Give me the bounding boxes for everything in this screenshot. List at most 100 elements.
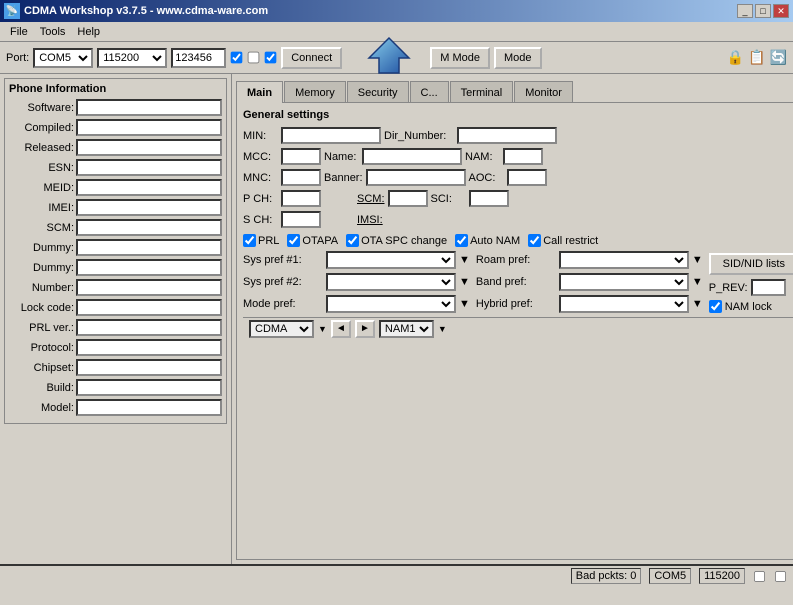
sys-pref1-select[interactable]: [326, 251, 456, 269]
mcc-input[interactable]: [281, 148, 321, 165]
toolbar-icon2[interactable]: 📋: [748, 49, 765, 66]
sci-label: SCI:: [431, 193, 466, 205]
status-checkbox2[interactable]: [775, 570, 786, 581]
nav-left-button[interactable]: ◄: [331, 320, 351, 338]
hybrid-pref-select[interactable]: [559, 295, 689, 313]
nam-label: NAM:: [465, 151, 500, 163]
toolbar-icon3[interactable]: 🔄: [770, 49, 787, 66]
esn-input[interactable]: [76, 159, 222, 176]
protocol-input[interactable]: [76, 339, 222, 356]
field-software: Software:: [9, 99, 222, 116]
chipset-label: Chipset:: [9, 362, 74, 374]
menu-help[interactable]: Help: [71, 24, 106, 40]
mode-pref-dropdown-icon[interactable]: ▼: [459, 298, 470, 310]
lockcode-input[interactable]: [76, 299, 222, 316]
sid-nid-button[interactable]: SID/NID lists: [709, 253, 793, 275]
cdma-dropdown-icon[interactable]: ▼: [318, 324, 327, 334]
tab-monitor[interactable]: Monitor: [514, 81, 573, 103]
auto-nam-checkbox[interactable]: [455, 234, 468, 247]
sys-pref2-select[interactable]: [326, 273, 456, 291]
statusbar: Bad pckts: 0 COM5 115200: [0, 564, 793, 586]
status-checkbox1[interactable]: [754, 570, 765, 581]
p-rev-input[interactable]: [751, 279, 786, 296]
tab-memory[interactable]: Memory: [284, 81, 346, 103]
compiled-input[interactable]: [76, 119, 222, 136]
otapa-checkbox[interactable]: [287, 234, 300, 247]
connect-button[interactable]: Connect: [281, 47, 342, 69]
phone-info-title: Phone Information: [9, 83, 222, 95]
prl-label: PRL: [258, 235, 279, 247]
imei-input[interactable]: [76, 199, 222, 216]
nam-lock-checkbox[interactable]: [709, 300, 722, 313]
sci-input[interactable]: [469, 190, 509, 207]
sch-label: S CH:: [243, 214, 278, 226]
ota-spc-label: OTA SPC change: [361, 235, 447, 247]
dummy2-input[interactable]: [76, 259, 222, 276]
com-status: COM5: [649, 568, 691, 584]
baud-select[interactable]: 115200: [97, 48, 167, 68]
mnc-input[interactable]: [281, 169, 321, 186]
scm-link[interactable]: SCM:: [357, 193, 385, 205]
tab-main[interactable]: Main: [236, 81, 283, 103]
prlver-input[interactable]: [76, 319, 222, 336]
prl-checkbox[interactable]: [243, 234, 256, 247]
pch-input[interactable]: [281, 190, 321, 207]
sch-input[interactable]: [281, 211, 321, 228]
field-dummy1: Dummy:: [9, 239, 222, 256]
meid-input[interactable]: [76, 179, 222, 196]
cdma-select[interactable]: CDMA: [249, 320, 314, 338]
app-icon: 📡: [4, 3, 20, 19]
serial-input[interactable]: [171, 48, 226, 68]
close-button[interactable]: ✕: [773, 4, 789, 18]
software-input[interactable]: [76, 99, 222, 116]
nam1-dropdown-icon[interactable]: ▼: [438, 324, 447, 334]
build-input[interactable]: [76, 379, 222, 396]
released-input[interactable]: [76, 139, 222, 156]
dummy1-input[interactable]: [76, 239, 222, 256]
scm-input[interactable]: [76, 219, 222, 236]
model-input[interactable]: [76, 399, 222, 416]
minimize-button[interactable]: _: [737, 4, 753, 18]
imsi-link[interactable]: IMSI:: [357, 214, 383, 226]
scm-gs-input[interactable]: [388, 190, 428, 207]
checkbox2[interactable]: [248, 52, 260, 64]
checkbox3[interactable]: [265, 52, 277, 64]
ota-spc-checkbox[interactable]: [346, 234, 359, 247]
roam-pref-select[interactable]: [559, 251, 689, 269]
number-input[interactable]: [76, 279, 222, 296]
field-scm: SCM:: [9, 219, 222, 236]
esn-label: ESN:: [9, 162, 74, 174]
band-pref-dropdown-icon[interactable]: ▼: [692, 276, 703, 288]
name-input[interactable]: [362, 148, 462, 165]
m-mode-button[interactable]: M Mode: [430, 47, 490, 69]
aoc-input[interactable]: [507, 169, 547, 186]
call-restrict-checkbox[interactable]: [528, 234, 541, 247]
checkbox1[interactable]: [231, 52, 243, 64]
nav-right-button[interactable]: ►: [355, 320, 375, 338]
tab-terminal[interactable]: Terminal: [450, 81, 514, 103]
roam-pref-dropdown-icon[interactable]: ▼: [692, 254, 703, 266]
mode-button[interactable]: Mode: [494, 47, 542, 69]
mode-pref-select[interactable]: [326, 295, 456, 313]
dir-number-input[interactable]: [457, 127, 557, 144]
model-label: Model:: [9, 402, 74, 414]
nam-input[interactable]: [503, 148, 543, 165]
toolbar-icon1[interactable]: 🔒: [727, 49, 744, 66]
tab-security[interactable]: Security: [347, 81, 409, 103]
banner-input[interactable]: [366, 169, 466, 186]
menu-file[interactable]: File: [4, 24, 34, 40]
tab-c[interactable]: C...: [410, 81, 449, 103]
sys-pref1-dropdown-icon[interactable]: ▼: [459, 254, 470, 266]
band-pref-select[interactable]: [559, 273, 689, 291]
field-dummy2: Dummy:: [9, 259, 222, 276]
port-select[interactable]: COM5: [33, 48, 93, 68]
hybrid-pref-dropdown-icon[interactable]: ▼: [692, 298, 703, 310]
chipset-input[interactable]: [76, 359, 222, 376]
otapa-label: OTAPA: [302, 235, 338, 247]
menu-tools[interactable]: Tools: [34, 24, 72, 40]
min-input[interactable]: [281, 127, 381, 144]
nam1-select[interactable]: NAM1: [379, 320, 434, 338]
maximize-button[interactable]: □: [755, 4, 771, 18]
back-arrow-area[interactable]: [346, 44, 426, 72]
sys-pref2-dropdown-icon[interactable]: ▼: [459, 276, 470, 288]
